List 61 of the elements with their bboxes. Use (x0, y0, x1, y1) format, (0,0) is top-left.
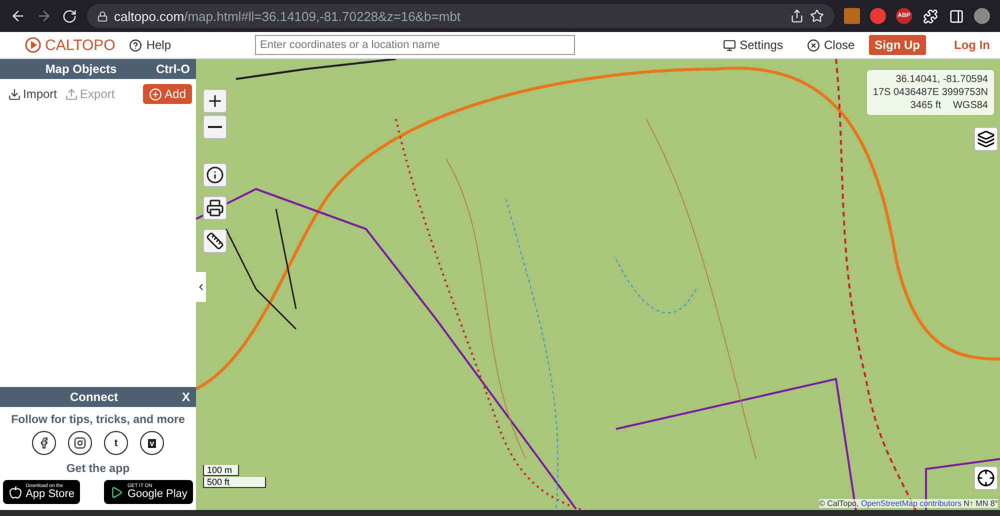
facebook-icon[interactable] (32, 431, 56, 455)
import-button[interactable]: Import (8, 87, 58, 101)
instagram-icon[interactable] (68, 431, 92, 455)
avatar[interactable] (974, 8, 990, 24)
crosshair-icon (977, 469, 995, 487)
zoom-in-icon (206, 92, 224, 110)
ruler-icon (206, 232, 224, 250)
star-icon[interactable] (810, 9, 824, 23)
apple-icon (8, 486, 22, 498)
lock-icon (97, 10, 108, 22)
share-icon[interactable] (790, 9, 804, 23)
connect-title: Connect (68, 390, 119, 404)
collapse-handle[interactable] (196, 272, 206, 302)
help-icon (129, 38, 142, 52)
osm-link[interactable]: OpenStreetMap contributors (860, 499, 962, 508)
plus-icon (148, 88, 162, 100)
print-button[interactable] (203, 196, 227, 220)
get-app-text: Get the app (66, 463, 130, 475)
reload-icon[interactable] (62, 8, 77, 24)
logo-icon (24, 36, 42, 54)
layers-icon (977, 130, 995, 148)
play-icon (110, 486, 124, 498)
zoom-out-button[interactable] (203, 115, 227, 139)
tumblr-icon[interactable]: t (104, 431, 128, 455)
sign-up-button[interactable]: Sign Up (868, 35, 926, 55)
settings-button[interactable]: Settings (722, 38, 783, 52)
scale-bar: 500 ft (203, 477, 266, 488)
extension-icon[interactable] (948, 8, 964, 24)
printer-icon (206, 199, 224, 217)
attribution-text: © CalTopo, OpenStreetMap contributors N↑ MN 8° (819, 499, 998, 508)
vimeo-icon[interactable]: v (140, 431, 164, 455)
address-bar[interactable]: caltopo.com/map.html#ll=36.14109,-81.70228&z=16&b=mbt (87, 4, 834, 28)
add-button[interactable]: Add (142, 84, 192, 104)
locate-button[interactable] (974, 466, 998, 490)
info-icon (206, 166, 224, 184)
upload-icon (65, 88, 78, 100)
url-text: caltopo.com/map.html#ll=36.14109,-81.70228&z=16&b=mbt (114, 8, 461, 24)
scale-bar: 100 m (203, 465, 239, 476)
download-icon (8, 88, 21, 100)
layers-button[interactable] (974, 127, 998, 151)
follow-text: Follow for tips, tricks, and more (11, 414, 185, 426)
datum-text: WGS84 (952, 99, 988, 112)
monitor-icon (722, 38, 736, 52)
extension-icon[interactable] (922, 8, 938, 24)
shortcut-label: Ctrl-O (156, 62, 190, 76)
close-button[interactable]: X (182, 390, 190, 404)
close-button[interactable]: Close (806, 38, 855, 52)
forward-icon[interactable] (36, 8, 52, 24)
zoom-in-button[interactable] (203, 89, 227, 113)
help-link[interactable]: Help (129, 38, 171, 52)
search-field[interactable]: Enter coordinates or a location name (255, 35, 575, 55)
coordinate-text: 36.14041, -81.70594 (896, 73, 988, 86)
elevation-text: 3465 ft (910, 99, 941, 112)
close-icon (806, 38, 820, 52)
info-button[interactable] (203, 163, 227, 187)
back-icon[interactable] (10, 8, 26, 24)
log-in-link[interactable]: Log In (954, 38, 990, 52)
panel-title: Map Objects (44, 62, 118, 76)
coordinate-text: 17S 0436487E 3999753N (872, 86, 988, 99)
logo[interactable]: CALTOPO (24, 36, 116, 54)
ruler-button[interactable] (203, 229, 227, 253)
